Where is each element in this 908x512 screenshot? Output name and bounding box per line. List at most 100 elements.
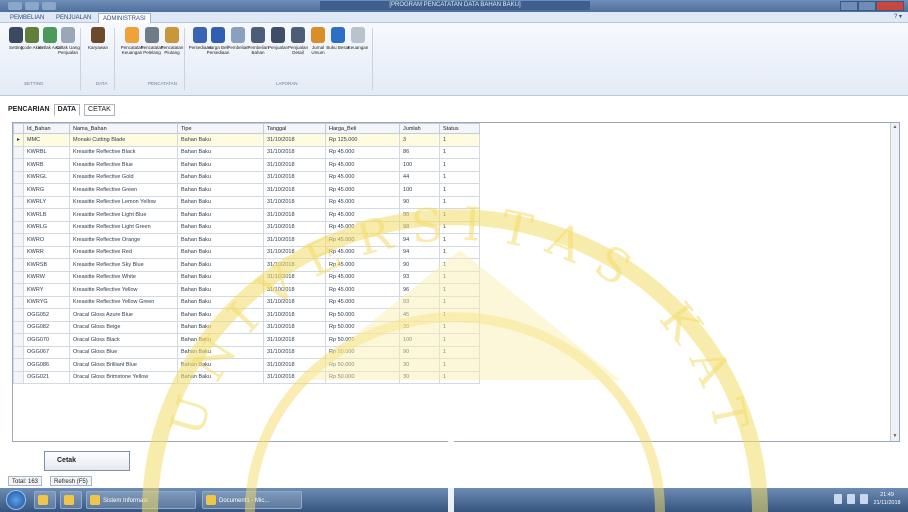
table-cell[interactable]: Kreasitte Reflective Sky Blue bbox=[69, 258, 179, 272]
row-selector[interactable] bbox=[13, 158, 25, 172]
table-cell[interactable]: Oracal Gloss Azure Blue bbox=[69, 308, 179, 322]
table-cell[interactable]: Oracal Gloss Brilliant Blue bbox=[69, 358, 179, 372]
table-cell[interactable]: KWRGL bbox=[23, 170, 71, 184]
table-cell[interactable]: 90 bbox=[399, 345, 441, 359]
table-row[interactable]: KWRY Kreasitte Reflective Yellow Bahan Bak… bbox=[13, 283, 481, 297]
table-cell[interactable]: Bahan Baku bbox=[177, 133, 265, 147]
table-row[interactable]: KWRYG Kreasitte Reflective Yellow Green Ba… bbox=[13, 295, 481, 309]
table-cell[interactable]: 1 bbox=[439, 133, 481, 147]
table-cell[interactable]: Rp 50.000 bbox=[325, 370, 401, 384]
table-cell[interactable]: 100 bbox=[399, 158, 441, 172]
row-selector[interactable] bbox=[13, 170, 25, 184]
table-cell[interactable]: 100 bbox=[399, 183, 441, 197]
row-selector[interactable] bbox=[13, 308, 25, 322]
column-header[interactable]: Jumlah bbox=[399, 123, 441, 134]
table-row[interactable]: KWRBL Kreasitte Reflective Black Bahan Bak… bbox=[13, 145, 481, 159]
table-cell[interactable]: Rp 50.000 bbox=[325, 345, 401, 359]
vertical-scrollbar[interactable]: ▲ ▼ bbox=[890, 123, 899, 441]
table-cell[interactable]: Rp 45.000 bbox=[325, 158, 401, 172]
table-cell[interactable]: 1 bbox=[439, 295, 481, 309]
table-cell[interactable]: Rp 50.000 bbox=[325, 333, 401, 347]
table-cell[interactable]: 3 bbox=[399, 133, 441, 147]
table-cell[interactable]: 31/10/2018 bbox=[263, 158, 327, 172]
ribbon-button-3[interactable]: Cetak Uang Penjualan bbox=[56, 27, 80, 73]
table-cell[interactable]: Rp 45.000 bbox=[325, 220, 401, 234]
column-header[interactable]: Tipe bbox=[177, 123, 265, 134]
table-cell[interactable]: Rp 50.000 bbox=[325, 320, 401, 334]
row-selector[interactable] bbox=[13, 183, 25, 197]
tab-data[interactable]: DATA bbox=[53, 104, 81, 116]
table-cell[interactable]: Rp 45.000 bbox=[325, 195, 401, 209]
table-cell[interactable]: Rp 45.000 bbox=[325, 145, 401, 159]
table-row[interactable]: OGG052 Oracal Gloss Azure Blue Bahan Baku 3… bbox=[13, 308, 481, 322]
table-cell[interactable]: Kreasitte Reflective Yellow bbox=[69, 283, 179, 297]
table-cell[interactable]: KWRLG bbox=[23, 220, 71, 234]
table-cell[interactable]: Bahan Baku bbox=[177, 270, 265, 284]
taskbar-item-app[interactable]: Sistem Informasi bbox=[86, 491, 196, 509]
table-row[interactable]: OGG067 Oracal Gloss Blue Bahan Baku 31/10/2… bbox=[13, 345, 481, 359]
tab-cetak[interactable]: CETAK bbox=[84, 104, 115, 116]
table-cell[interactable]: Rp 45.000 bbox=[325, 183, 401, 197]
row-selector[interactable] bbox=[13, 208, 25, 222]
data-grid[interactable]: Id_Bahan Nama_Bahan Tipe Tanggal Harga_Beli J… bbox=[12, 122, 900, 442]
table-cell[interactable]: 1 bbox=[439, 320, 481, 334]
table-cell[interactable]: Bahan Baku bbox=[177, 195, 265, 209]
cetak-button[interactable]: Cetak bbox=[44, 451, 130, 471]
table-cell[interactable]: 90 bbox=[399, 258, 441, 272]
row-selector[interactable] bbox=[13, 145, 25, 159]
table-row[interactable]: KWRB Kreasitte Reflective Blue Bahan Baku 3… bbox=[13, 158, 481, 172]
table-cell[interactable]: Kreasitte Reflective Gold bbox=[69, 170, 179, 184]
table-cell[interactable]: Bahan Baku bbox=[177, 370, 265, 384]
column-header[interactable]: Harga_Beli bbox=[325, 123, 401, 134]
tab-penjualan[interactable]: PENJUALAN bbox=[52, 13, 95, 23]
table-cell[interactable]: OGG070 bbox=[23, 333, 71, 347]
table-cell[interactable]: 90 bbox=[399, 195, 441, 209]
table-cell[interactable]: 90 bbox=[399, 208, 441, 222]
table-cell[interactable]: Rp 45.000 bbox=[325, 170, 401, 184]
table-cell[interactable]: MMC bbox=[23, 133, 71, 147]
table-cell[interactable]: 1 bbox=[439, 308, 481, 322]
table-row[interactable]: KWRLB Kreasitte Reflective Light Blue Baha… bbox=[13, 208, 481, 222]
table-cell[interactable]: 31/10/2018 bbox=[263, 283, 327, 297]
column-header[interactable]: Tanggal bbox=[263, 123, 327, 134]
table-cell[interactable]: OGG021 bbox=[23, 370, 71, 384]
table-cell[interactable]: Rp 45.000 bbox=[325, 233, 401, 247]
table-cell[interactable]: Rp 50.000 bbox=[325, 358, 401, 372]
table-row[interactable]: KWRLY Kreasitte Reflective Lemon Yellow Ba… bbox=[13, 195, 481, 209]
column-header[interactable]: Id_Bahan bbox=[23, 123, 71, 134]
table-cell[interactable]: 31/10/2018 bbox=[263, 183, 327, 197]
table-cell[interactable]: 1 bbox=[439, 283, 481, 297]
table-cell[interactable]: 44 bbox=[399, 170, 441, 184]
row-selector[interactable] bbox=[13, 245, 25, 259]
table-cell[interactable]: KWRO bbox=[23, 233, 71, 247]
table-cell[interactable]: Oracal Gloss Black bbox=[69, 333, 179, 347]
table-cell[interactable]: 1 bbox=[439, 370, 481, 384]
column-header[interactable]: Status bbox=[439, 123, 481, 134]
table-cell[interactable]: KWRR bbox=[23, 245, 71, 259]
table-cell[interactable]: 31/10/2018 bbox=[263, 333, 327, 347]
table-cell[interactable]: Rp 45.000 bbox=[325, 208, 401, 222]
table-cell[interactable]: OGG067 bbox=[23, 345, 71, 359]
table-cell[interactable]: 1 bbox=[439, 233, 481, 247]
table-cell[interactable]: 1 bbox=[439, 195, 481, 209]
table-cell[interactable]: 31/10/2018 bbox=[263, 220, 327, 234]
table-cell[interactable]: 100 bbox=[399, 333, 441, 347]
table-cell[interactable]: 1 bbox=[439, 145, 481, 159]
row-selector[interactable] bbox=[13, 233, 25, 247]
table-cell[interactable]: 1 bbox=[439, 208, 481, 222]
table-cell[interactable]: Kreasitte Reflective Light Blue bbox=[69, 208, 179, 222]
table-cell[interactable]: 1 bbox=[439, 158, 481, 172]
table-cell[interactable]: 1 bbox=[439, 245, 481, 259]
table-cell[interactable]: Bahan Baku bbox=[177, 183, 265, 197]
table-cell[interactable]: 31/10/2018 bbox=[263, 258, 327, 272]
table-cell[interactable]: Rp 50.000 bbox=[325, 308, 401, 322]
refresh-button[interactable]: Refresh (F5) bbox=[50, 476, 92, 486]
table-cell[interactable]: 1 bbox=[439, 170, 481, 184]
table-cell[interactable]: 1 bbox=[439, 345, 481, 359]
table-cell[interactable]: Bahan Baku bbox=[177, 245, 265, 259]
table-cell[interactable]: Kreasitte Reflective Orange bbox=[69, 233, 179, 247]
start-button[interactable] bbox=[6, 490, 26, 510]
save-icon[interactable] bbox=[25, 2, 39, 10]
flag-icon[interactable] bbox=[860, 494, 868, 504]
table-cell[interactable]: KWRLB bbox=[23, 208, 71, 222]
